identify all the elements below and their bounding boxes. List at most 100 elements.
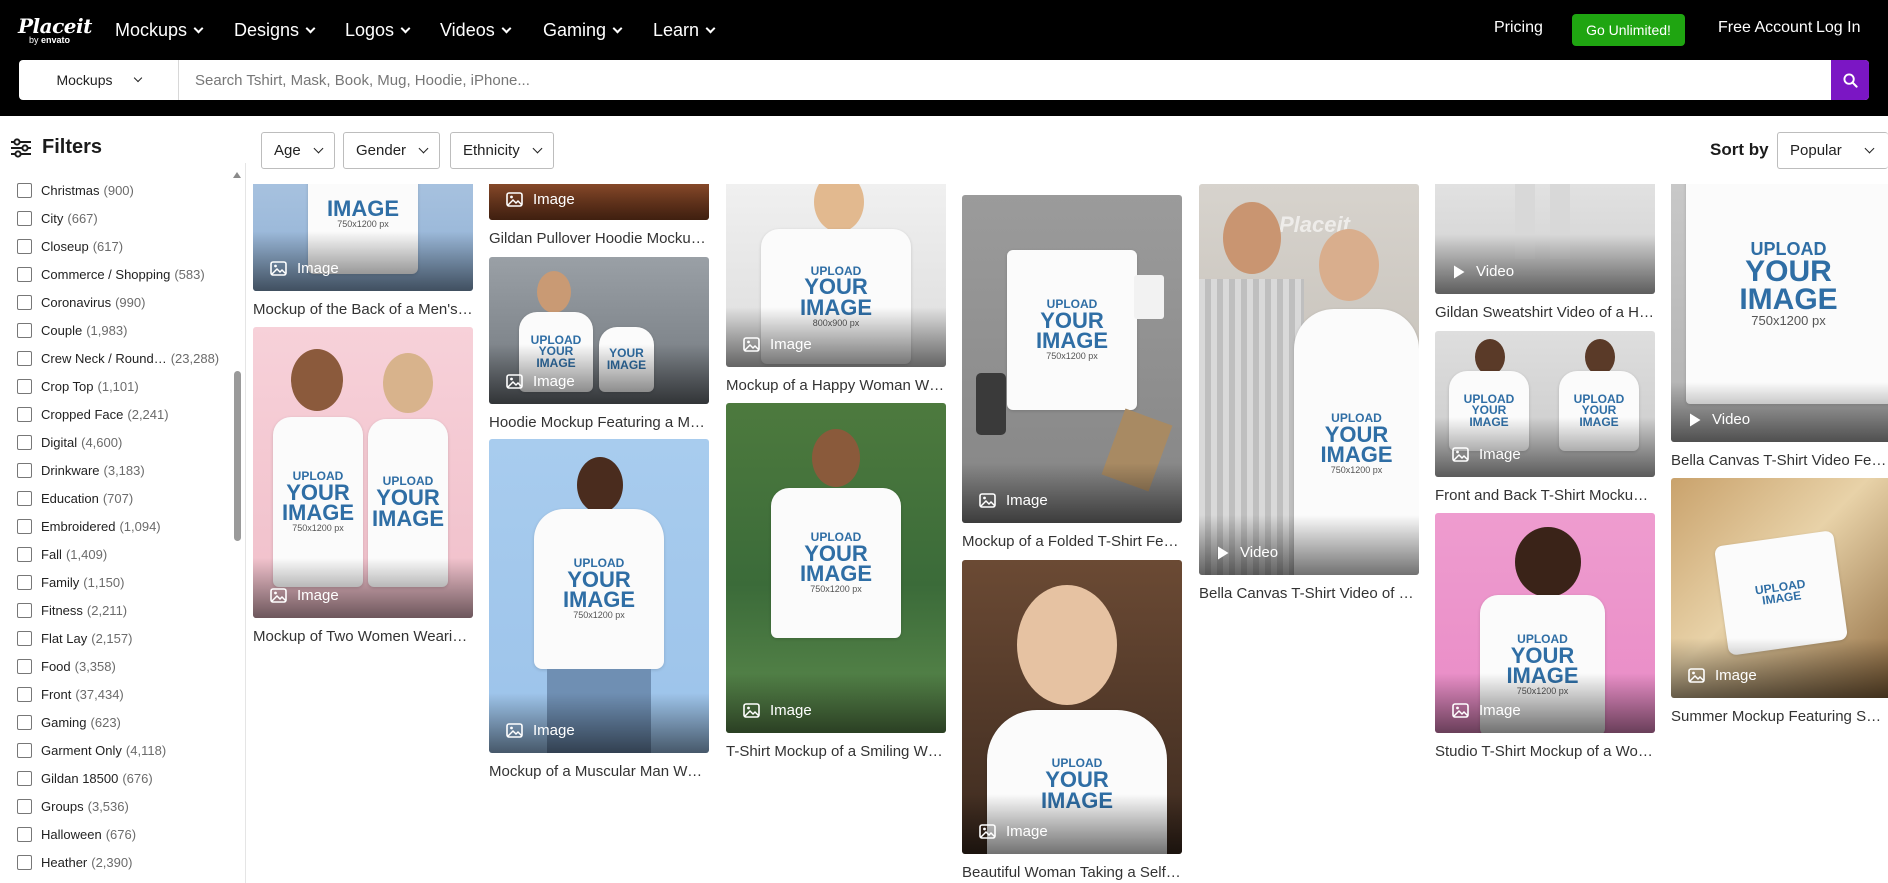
checkbox[interactable] [17,743,32,758]
card-thumbnail[interactable]: Image [489,184,709,220]
card-title[interactable]: Gildan Sweatshirt Video of a H… [1435,304,1655,321]
checkbox[interactable] [17,631,32,646]
filter-checkbox-item[interactable]: Education (707) [17,491,133,506]
card-title[interactable]: Bella Canvas T-Shirt Video Feat… [1671,452,1888,469]
filters-header[interactable]: Filters [10,136,102,159]
filter-checkbox-item[interactable]: Groups (3,536) [17,799,129,814]
result-card[interactable]: Placeit UPLOAD YOUR IMAGE 750x1200 px Video… [1199,184,1419,602]
filter-checkbox-item[interactable]: Christmas (900) [17,183,134,198]
result-card[interactable]: Image Gildan Pullover Hoodie Mocku… [489,184,709,247]
card-thumbnail[interactable]: UPLOAD YOUR IMAGE 750x1200 px Image [489,439,709,753]
go-unlimited-button[interactable]: Go Unlimited! [1572,14,1685,46]
checkbox[interactable] [17,295,32,310]
card-thumbnail[interactable]: UPLOAD YOUR IMAGE Image [962,560,1182,854]
filter-checkbox-item[interactable]: Embroidered (1,094) [17,519,161,534]
checkbox[interactable] [17,183,32,198]
result-card[interactable]: UPLOAD YOUR IMAGE 750x1200 px Image Mockup … [489,439,709,780]
filter-checkbox-item[interactable]: Cropped Face (2,241) [17,407,169,422]
nav-videos[interactable]: Videos [440,18,512,42]
scrollbar-thumb[interactable] [234,371,241,541]
search-input[interactable] [179,60,1833,100]
card-title[interactable]: Mockup of Two Women Wearin… [253,628,473,645]
card-thumbnail[interactable]: UPLOAD YOUR IMAGE 750x1200 px Image [1435,513,1655,733]
filter-checkbox-item[interactable]: Couple (1,983) [17,323,127,338]
scroll-up-arrow-icon[interactable] [233,172,241,178]
filter-checkbox-item[interactable]: Crop Top (1,101) [17,379,139,394]
pricing-link[interactable]: Pricing [1494,19,1543,37]
filter-checkbox-item[interactable]: Fall (1,409) [17,547,107,562]
checkbox[interactable] [17,547,32,562]
card-title[interactable]: Mockup of a Happy Woman W… [726,377,946,394]
checkbox[interactable] [17,351,32,366]
filter-checkbox-item[interactable]: Digital (4,600) [17,435,122,450]
result-card[interactable]: UPLOAD YOUR IMAGE YOUR IMAGE Image Hoodie M… [489,257,709,431]
card-thumbnail[interactable]: UPLOAD YOUR IMAGE 750x1200 px UPLOAD YOUR IMA… [253,327,473,618]
filter-checkbox-item[interactable]: Closeup (617) [17,239,123,254]
checkbox[interactable] [17,855,32,870]
checkbox[interactable] [17,491,32,506]
result-card[interactable]: UPLOAD YOUR IMAGE 750x1200 px Video Bella C… [1671,184,1888,469]
card-thumbnail[interactable]: IMAGE 750x1200 px Image [253,184,473,291]
card-title[interactable]: Front and Back T-Shirt Mockup… [1435,487,1655,504]
result-card[interactable]: IMAGE 750x1200 px Image Mockup of the Bac… [253,184,473,318]
card-title[interactable]: Bella Canvas T-Shirt Video of a … [1199,585,1419,602]
gender-dropdown[interactable]: Gender [343,132,441,169]
nav-learn[interactable]: Learn [653,18,716,42]
search-button[interactable] [1831,60,1869,100]
checkbox[interactable] [17,379,32,394]
card-thumbnail[interactable]: UPLOAD IMAGE Image [1671,478,1888,698]
result-card[interactable]: UPLOAD YOUR IMAGE UPLOAD YOUR IMAGE Image Fr… [1435,331,1655,504]
checkbox[interactable] [17,463,32,478]
nav-mockups[interactable]: Mockups [115,18,204,42]
search-category-select[interactable]: Mockups [19,60,179,100]
card-title[interactable]: Mockup of the Back of a Men's … [253,301,473,318]
filter-checkbox-item[interactable]: Halloween (676) [17,827,136,842]
result-card[interactable]: UPLOAD YOUR IMAGE 750x1200 px UPLOAD YOUR IMA… [253,327,473,645]
ethnicity-dropdown[interactable]: Ethnicity [450,132,554,169]
card-title[interactable]: Summer Mockup Featuring Sw… [1671,708,1888,725]
checkbox[interactable] [17,323,32,338]
checkbox[interactable] [17,715,32,730]
result-card[interactable]: UPLOAD YOUR IMAGE 800x900 px Image Mockup o… [726,184,946,394]
checkbox[interactable] [17,827,32,842]
filter-checkbox-item[interactable]: Food (3,358) [17,659,116,674]
card-title[interactable]: Beautiful Woman Taking a Self… [962,864,1182,881]
card-thumbnail[interactable]: UPLOAD YOUR IMAGE YOUR IMAGE Image [489,257,709,404]
checkbox[interactable] [17,407,32,422]
checkbox[interactable] [17,799,32,814]
nav-logos[interactable]: Logos [345,18,411,42]
nav-designs[interactable]: Designs [234,18,316,42]
checkbox[interactable] [17,519,32,534]
checkbox[interactable] [17,603,32,618]
checkbox[interactable] [17,239,32,254]
card-title[interactable]: T-Shirt Mockup of a Smiling W… [726,743,946,760]
result-card[interactable]: UPLOAD YOUR IMAGE Image Beautiful Woman Ta… [962,560,1182,881]
login-link[interactable]: Log In [1816,19,1860,37]
checkbox[interactable] [17,771,32,786]
filter-checkbox-item[interactable]: Gildan 18500 (676) [17,771,153,786]
filter-checkbox-item[interactable]: Fitness (2,211) [17,603,127,618]
filter-checkbox-item[interactable]: Garment Only (4,118) [17,743,166,758]
filter-checkbox-item[interactable]: Drinkware (3,183) [17,463,145,478]
filter-checkbox-item[interactable]: Commerce / Shopping (583) [17,267,205,282]
checkbox[interactable] [17,267,32,282]
filter-checkbox-item[interactable]: Family (1,150) [17,575,124,590]
nav-gaming[interactable]: Gaming [543,18,623,42]
card-thumbnail[interactable]: UPLOAD YOUR IMAGE 750x1200 px Image [962,195,1182,523]
checkbox[interactable] [17,687,32,702]
result-card[interactable]: UPLOAD YOUR IMAGE 750x1200 px Image Mockup … [962,195,1182,550]
checkbox[interactable] [17,575,32,590]
card-title[interactable]: Gildan Pullover Hoodie Mocku… [489,230,709,247]
filter-checkbox-item[interactable]: Crew Neck / Round… (23,288) [17,351,219,366]
card-title[interactable]: Studio T-Shirt Mockup of a Wo… [1435,743,1655,760]
filter-checkbox-item[interactable]: City (667) [17,211,98,226]
sidebar-scrollbar[interactable] [231,168,243,883]
card-thumbnail[interactable]: Video [1435,184,1655,294]
filter-checkbox-item[interactable]: Gaming (623) [17,715,121,730]
checkbox[interactable] [17,659,32,674]
card-title[interactable]: Mockup of a Muscular Man We… [489,763,709,780]
result-card[interactable]: UPLOAD IMAGE Image Summer Mockup Featurin… [1671,478,1888,725]
card-thumbnail[interactable]: UPLOAD YOUR IMAGE 750x1200 px Image [726,403,946,733]
card-thumbnail[interactable]: UPLOAD YOUR IMAGE 800x900 px Image [726,184,946,367]
filter-checkbox-item[interactable]: Coronavirus (990) [17,295,145,310]
